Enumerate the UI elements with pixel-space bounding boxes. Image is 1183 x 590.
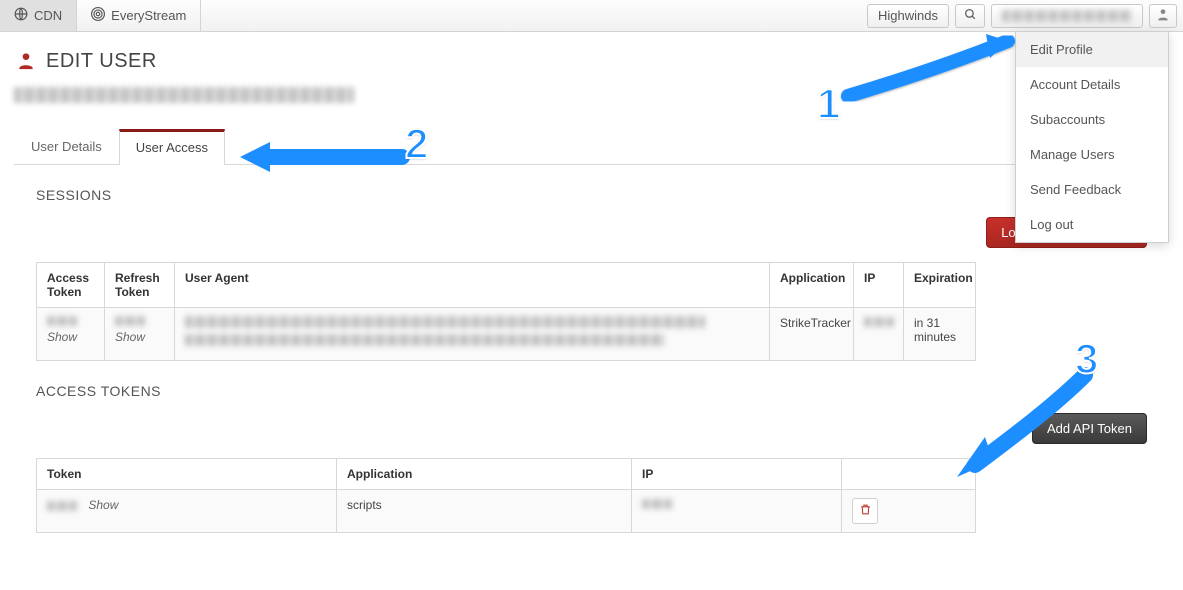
col-ip: IP [632,459,842,490]
annotation-number-1: 1 [817,80,840,128]
annotation-number-3: 3 [1075,335,1098,383]
sessions-table: Access Token Refresh Token User Agent Ap… [36,262,976,361]
cell-expiration: in 31 minutes [904,308,976,361]
account-switch-button[interactable]: Highwinds [867,4,949,28]
ua-blur [185,334,665,346]
cell-actions [842,490,976,533]
dropdown-manage-users[interactable]: Manage Users [1016,137,1168,172]
tab-user-access[interactable]: User Access [119,129,225,165]
user-identity-blur [14,87,354,103]
token-blur [47,316,77,326]
cell-application: StrikeTracker [770,308,854,361]
ip-blur [864,317,894,327]
nav-everystream[interactable]: EveryStream [77,0,201,31]
table-row: Show Show StrikeTracker in 31 minutes [37,308,976,361]
stream-icon [91,7,105,24]
dropdown-subaccounts[interactable]: Subaccounts [1016,102,1168,137]
account-switch-label: Highwinds [878,8,938,23]
annotation-arrow-1 [838,26,1028,106]
dropdown-item-label: Account Details [1030,77,1120,92]
dropdown-item-label: Send Feedback [1030,182,1121,197]
show-link[interactable]: Show [47,330,77,344]
delete-token-button[interactable] [852,498,878,524]
user-icon [16,50,36,73]
show-link[interactable]: Show [115,330,145,344]
nav-cdn-label: CDN [34,8,62,23]
profile-menu-button[interactable] [1149,4,1177,28]
col-user-agent: User Agent [175,263,770,308]
profile-icon [1156,7,1170,24]
cell-ip [854,308,904,361]
token-blur [115,316,145,326]
dropdown-item-label: Log out [1030,217,1073,232]
current-user-button[interactable] [991,4,1143,28]
dropdown-edit-profile[interactable]: Edit Profile [1016,32,1168,67]
tab-label: User Access [136,140,208,155]
token-blur [47,501,77,511]
tab-label: User Details [31,139,102,154]
dropdown-log-out[interactable]: Log out [1016,207,1168,242]
dropdown-item-label: Subaccounts [1030,112,1105,127]
col-application: Application [337,459,632,490]
show-link[interactable]: Show [88,498,118,512]
ua-blur [185,316,705,328]
tokens-table: Token Application IP Show scripts [36,458,976,533]
col-application: Application [770,263,854,308]
dropdown-send-feedback[interactable]: Send Feedback [1016,172,1168,207]
search-icon [964,8,977,24]
cell-user-agent [175,308,770,361]
cell-access-token: Show [37,308,105,361]
cell-token: Show [37,490,337,533]
nav-cdn[interactable]: CDN [0,0,77,31]
nav-everystream-label: EveryStream [111,8,186,23]
col-access-token: Access Token [37,263,105,308]
cell-refresh-token: Show [105,308,175,361]
page-title: EDIT USER [46,50,157,73]
tabs: User Details User Access [14,128,1169,165]
dropdown-item-label: Manage Users [1030,147,1115,162]
col-ip: IP [854,263,904,308]
annotation-arrow-2 [232,132,412,182]
dropdown-item-label: Edit Profile [1030,42,1093,57]
cell-ip [632,490,842,533]
col-expiration: Expiration [904,263,976,308]
current-user-blur [1002,10,1132,22]
table-header-row: Access Token Refresh Token User Agent Ap… [37,263,976,308]
globe-icon [14,7,28,24]
trash-icon [859,503,872,519]
annotation-arrow-3 [945,365,1105,495]
search-button[interactable] [955,4,985,28]
col-token: Token [37,459,337,490]
annotation-number-2: 2 [405,120,428,168]
dropdown-account-details[interactable]: Account Details [1016,67,1168,102]
sessions-section: SESSIONS Log out other sessions Access T… [36,187,1147,361]
table-row: Show scripts [37,490,976,533]
tab-user-details[interactable]: User Details [14,128,119,164]
cell-application: scripts [337,490,632,533]
profile-dropdown: Edit Profile Account Details Subaccounts… [1015,31,1169,243]
sessions-heading: SESSIONS [36,187,1147,203]
col-refresh-token: Refresh Token [105,263,175,308]
table-header-row: Token Application IP [37,459,976,490]
ip-blur [642,499,672,509]
